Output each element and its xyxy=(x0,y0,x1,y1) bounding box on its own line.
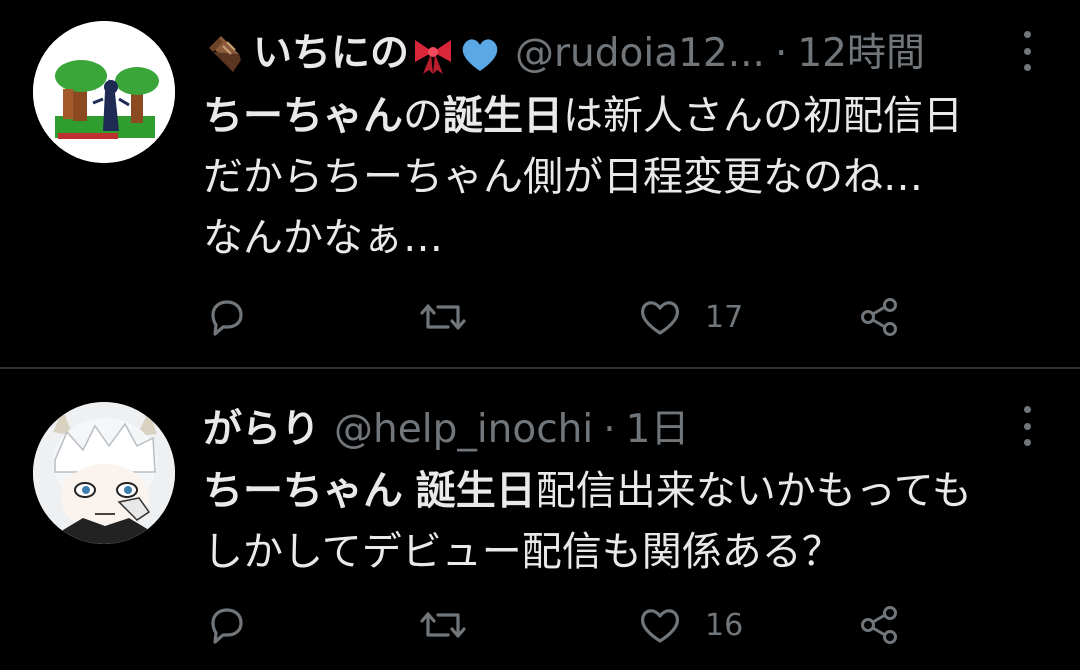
avatar[interactable] xyxy=(33,402,175,544)
display-name[interactable]: いちにの xyxy=(203,26,501,82)
share-button[interactable] xyxy=(857,292,903,342)
tweet-text-line: だからちーちゃん側が日程変更なのね… xyxy=(203,147,1053,208)
like-count: 16 xyxy=(705,607,744,643)
retweet-icon xyxy=(420,304,466,330)
text-run: の xyxy=(403,93,443,139)
tweet-header: いちにの @rudoia12... · 12時間 xyxy=(203,26,925,82)
retweet-button[interactable] xyxy=(418,292,468,342)
share-button[interactable] xyxy=(857,600,903,650)
tweet-actions: 16 xyxy=(0,600,1080,650)
tweet-text: ちーちゃん 誕生日配信出来ないかもっても しかしてデビュー配信も関係ある？ xyxy=(203,461,1053,583)
tweet[interactable]: いちにの @rudoia12... · 12時間 ちーちゃんの誕生日は新人さんの… xyxy=(0,0,1080,368)
handle[interactable]: @rudoia12... xyxy=(515,26,765,82)
reply-icon xyxy=(211,300,243,336)
text-run: しかしてデビュー配信も関係ある？ xyxy=(203,529,842,575)
like-icon xyxy=(640,609,680,643)
like-count: 17 xyxy=(705,299,744,335)
tweet-text-line: しかしてデビュー配信も関係ある？ xyxy=(203,522,1053,583)
timestamp[interactable]: 12時間 xyxy=(797,26,925,82)
blue-heart-emoji xyxy=(462,39,498,71)
text-run: 配信出来ないかもっても xyxy=(535,468,972,514)
text-run: なんかなぁ… xyxy=(203,215,443,261)
tweet[interactable]: がらり @help_inochi · 1日 ちーちゃん 誕生日配信出来ないかもっ… xyxy=(0,369,1080,670)
like-icon xyxy=(640,301,680,335)
reply-button[interactable] xyxy=(205,292,249,342)
tweet-actions: 17 xyxy=(0,292,1080,342)
display-name-text: がらり xyxy=(203,407,321,452)
hashtag-text: 誕生日 xyxy=(443,93,563,139)
like-button[interactable]: 16 xyxy=(637,600,743,650)
hashtag-text: ちーちゃん xyxy=(203,93,403,139)
ribbon-emoji xyxy=(415,40,452,74)
tweet-text: ちーちゃんの誕生日は新人さんの初配信日 だからちーちゃん側が日程変更なのね… な… xyxy=(203,86,1053,269)
text-run: だからちーちゃん側が日程変更なのね… xyxy=(203,154,923,200)
display-name-text: いちにの xyxy=(253,31,410,76)
text-run xyxy=(403,468,416,514)
hashtag-text: ちーちゃん xyxy=(203,468,403,514)
reply-icon xyxy=(211,608,243,644)
retweet-button[interactable] xyxy=(418,600,468,650)
handle[interactable]: @help_inochi xyxy=(334,402,593,458)
reply-button[interactable] xyxy=(205,600,249,650)
display-name[interactable]: がらり xyxy=(203,402,320,458)
text-run: は新人さんの初配信日 xyxy=(563,93,963,139)
retweet-icon xyxy=(420,612,466,638)
tweet-text-line: ちーちゃんの誕生日は新人さんの初配信日 xyxy=(203,86,1053,147)
separator: · xyxy=(603,407,616,452)
tweet-text-line: なんかなぁ… xyxy=(203,208,1053,269)
timestamp[interactable]: 1日 xyxy=(626,402,690,458)
tweet-text-line: ちーちゃん 誕生日配信出来ないかもっても xyxy=(203,461,1053,522)
like-button[interactable]: 17 xyxy=(637,292,743,342)
hashtag-text: 誕生日 xyxy=(415,468,536,514)
tweet-header: がらり @help_inochi · 1日 xyxy=(203,402,689,458)
separator: · xyxy=(774,31,788,76)
share-icon xyxy=(861,298,897,336)
avatar[interactable] xyxy=(33,21,175,163)
coffin-emoji xyxy=(209,36,241,72)
share-icon xyxy=(861,606,897,644)
more-icon[interactable] xyxy=(1022,31,1032,71)
more-icon[interactable] xyxy=(1022,406,1032,446)
